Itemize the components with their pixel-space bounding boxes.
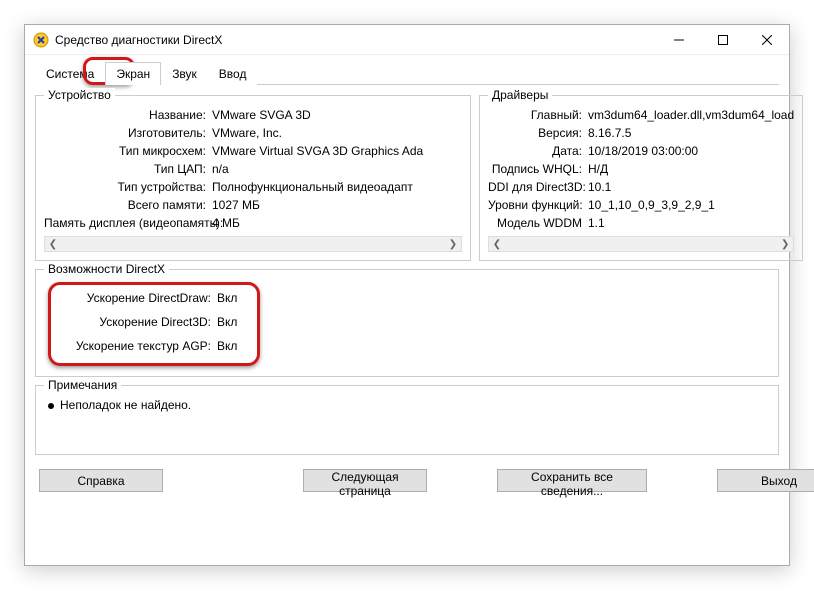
drv-whql-value: Н/Д	[588, 162, 794, 176]
caps-ddraw-label: Ускорение DirectDraw:	[57, 291, 217, 305]
drv-date-label: Дата:	[488, 144, 588, 158]
tab-system[interactable]: Система	[35, 62, 105, 85]
legend-caps: Возможности DirectX	[44, 262, 169, 276]
dxdiag-icon	[33, 32, 49, 48]
groupbox-drivers: Драйверы Главный:vm3dum64_loader.dll,vm3…	[479, 95, 803, 261]
window-title: Средство диагностики DirectX	[55, 33, 657, 47]
device-name-value: VMware SVGA 3D	[212, 108, 462, 122]
device-dispmem-label: Память дисплея (видеопамять):	[44, 216, 212, 230]
groupbox-notes: Примечания Неполадок не найдено.	[35, 385, 779, 455]
drv-wddm-label: Модель WDDM	[488, 216, 588, 230]
drv-main-label: Главный:	[488, 108, 588, 122]
caps-ddraw-value: Вкл	[217, 291, 237, 305]
drivers-scrollbar[interactable]: ❮ ❯	[488, 236, 794, 252]
next-page-button[interactable]: Следующая страница	[303, 469, 427, 492]
note-line: Неполадок не найдено.	[44, 396, 770, 414]
scroll-left-icon[interactable]: ❮	[489, 239, 505, 250]
drv-feat-value: 10_1,10_0,9_3,9_2,9_1	[588, 198, 794, 212]
highlight-caps: Ускорение DirectDraw:Вкл Ускорение Direc…	[48, 282, 260, 366]
scroll-left-icon[interactable]: ❮	[45, 239, 61, 250]
minimize-button[interactable]	[657, 25, 701, 55]
titlebar: Средство диагностики DirectX	[25, 25, 789, 55]
save-all-button[interactable]: Сохранить все сведения...	[497, 469, 647, 492]
note-text: Неполадок не найдено.	[60, 398, 191, 412]
help-button[interactable]: Справка	[39, 469, 163, 492]
scroll-right-icon[interactable]: ❯	[777, 239, 793, 250]
scroll-right-icon[interactable]: ❯	[445, 239, 461, 250]
device-totmem-value: 1027 МБ	[212, 198, 462, 212]
drv-whql-label: Подпись WHQL:	[488, 162, 588, 176]
device-name-label: Название:	[44, 108, 212, 122]
drv-main-value: vm3dum64_loader.dll,vm3dum64_load	[588, 108, 794, 122]
drv-date-value: 10/18/2019 03:00:00	[588, 144, 794, 158]
top-row: Устройство Название:VMware SVGA 3D Изгот…	[35, 87, 779, 261]
maximize-button[interactable]	[701, 25, 745, 55]
drv-ver-label: Версия:	[488, 126, 588, 140]
tab-input[interactable]: Ввод	[208, 62, 258, 85]
device-chip-value: VMware Virtual SVGA 3D Graphics Ada	[212, 144, 462, 158]
drv-ver-value: 8.16.7.5	[588, 126, 794, 140]
groupbox-directx-caps: Возможности DirectX Ускорение DirectDraw…	[35, 269, 779, 377]
drv-ddi-value: 10.1	[588, 180, 794, 194]
exit-button[interactable]: Выход	[717, 469, 814, 492]
caps-d3d-label: Ускорение Direct3D:	[57, 315, 217, 329]
device-type-value: Полнофункциональный видеоадапт	[212, 180, 462, 194]
legend-device: Устройство	[44, 88, 115, 102]
device-totmem-label: Всего памяти:	[44, 198, 212, 212]
bullet-icon	[48, 403, 54, 409]
caps-agp-value: Вкл	[217, 339, 237, 353]
legend-notes: Примечания	[44, 378, 121, 392]
dxdiag-window: Средство диагностики DirectX Система Экр…	[24, 24, 790, 566]
device-dac-label: Тип ЦАП:	[44, 162, 212, 176]
device-chip-label: Тип микросхем:	[44, 144, 212, 158]
tab-bar: Система Экран Звук Ввод	[35, 61, 779, 85]
drv-ddi-label: DDI для Direct3D:	[488, 180, 588, 194]
device-mfr-label: Изготовитель:	[44, 126, 212, 140]
device-mfr-value: VMware, Inc.	[212, 126, 462, 140]
device-dac-value: n/a	[212, 162, 462, 176]
groupbox-device: Устройство Название:VMware SVGA 3D Изгот…	[35, 95, 471, 261]
device-scrollbar[interactable]: ❮ ❯	[44, 236, 462, 252]
close-button[interactable]	[745, 25, 789, 55]
caps-agp-label: Ускорение текстур AGP:	[57, 339, 217, 353]
content-area: Система Экран Звук Ввод Устройство Назва…	[25, 55, 789, 506]
device-type-label: Тип устройства:	[44, 180, 212, 194]
drv-wddm-value: 1.1	[588, 216, 794, 230]
tab-sound[interactable]: Звук	[161, 62, 208, 85]
tab-screen[interactable]: Экран	[105, 62, 161, 85]
device-dispmem-value: 4 МБ	[212, 216, 462, 230]
legend-drivers: Драйверы	[488, 88, 552, 102]
footer-buttons: Справка Следующая страница Сохранить все…	[35, 455, 779, 496]
drv-feat-label: Уровни функций:	[488, 198, 588, 212]
caps-d3d-value: Вкл	[217, 315, 237, 329]
